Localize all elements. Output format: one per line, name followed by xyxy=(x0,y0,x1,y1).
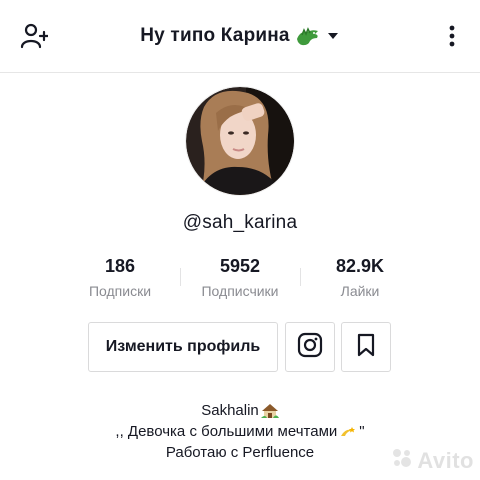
stats-row: 186 Подписки 5952 Подписчики 82.9K Лайки xyxy=(60,254,420,306)
stat-followers[interactable]: 5952 Подписчики xyxy=(180,254,300,299)
stat-value: 5952 xyxy=(219,256,261,276)
house-icon xyxy=(260,403,279,419)
instagram-button[interactable] xyxy=(285,322,335,372)
caret-down-icon xyxy=(326,29,340,43)
stat-value: 186 xyxy=(104,256,136,276)
stat-label: Подписки xyxy=(88,283,152,299)
dizzy-icon xyxy=(339,424,357,440)
stat-likes[interactable]: 82.9K Лайки xyxy=(300,254,420,299)
bio-line: ,, Девочка с большими мечтами " xyxy=(0,421,480,442)
stat-label: Подписчики xyxy=(201,283,279,299)
instagram-icon xyxy=(297,332,323,363)
stat-value: 82.9K xyxy=(335,256,385,276)
bio-text: ,, Девочка с большими мечтами xyxy=(115,423,338,440)
bookmark-icon xyxy=(356,333,376,362)
edit-profile-button[interactable]: Изменить профиль xyxy=(88,322,278,372)
avito-logo-icon xyxy=(391,447,413,474)
bio-location: Sakhalin xyxy=(201,402,259,419)
bookmark-button[interactable] xyxy=(341,322,391,372)
top-bar: Ну типо Карина xyxy=(0,0,480,73)
avito-watermark: Avito xyxy=(391,447,474,474)
username: @sah_karina xyxy=(182,212,298,233)
stat-label: Лайки xyxy=(340,283,380,299)
bio-line: Sakhalin xyxy=(0,400,480,421)
dragon-icon xyxy=(294,25,320,47)
bio-text-end: " xyxy=(359,423,365,440)
page-title: Ну типо Карина xyxy=(140,25,290,46)
account-switcher[interactable]: Ну типо Карина xyxy=(0,22,480,50)
bio-work: Работаю с Perfluence xyxy=(165,444,315,461)
stat-following[interactable]: 186 Подписки xyxy=(60,254,180,299)
more-vertical-icon[interactable] xyxy=(434,18,470,54)
watermark-text: Avito xyxy=(417,447,474,473)
avatar[interactable] xyxy=(186,87,294,195)
